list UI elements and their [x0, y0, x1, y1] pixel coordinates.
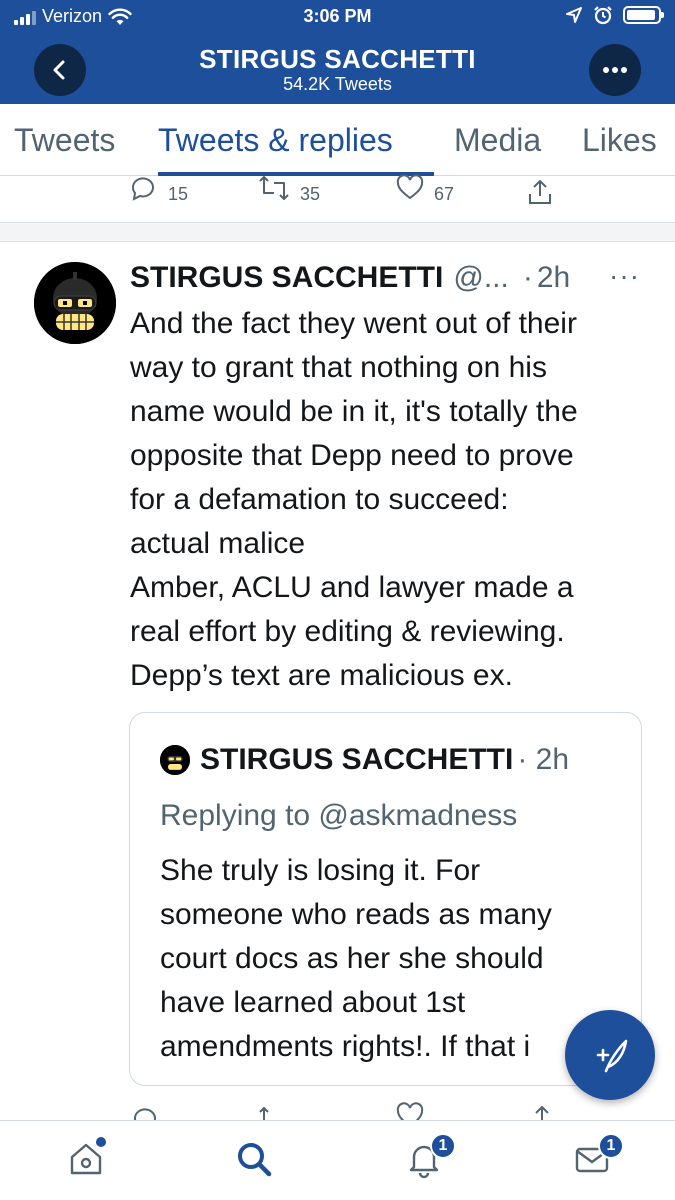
nav-home[interactable]: [58, 1131, 114, 1187]
tweet-line: Depp’s text are malicious ex.: [130, 659, 513, 692]
back-button[interactable]: [34, 44, 86, 96]
nav-search[interactable]: [226, 1131, 282, 1187]
bottom-navigation: 1 1: [0, 1120, 675, 1200]
compose-feather-icon: [596, 1039, 628, 1073]
robot-avatar-image: [160, 745, 190, 775]
quoted-tweet-header: STIRGUS SACCHETTI · 2h: [160, 743, 569, 777]
compose-tweet-button[interactable]: [565, 1010, 655, 1100]
quoted-tweet-text: She truly is losing it. For someone who …: [160, 849, 630, 1069]
quoted-line: someone who reads as many: [160, 898, 552, 931]
reply-button[interactable]: 15: [128, 170, 188, 205]
messages-badge: 1: [598, 1133, 624, 1159]
nav-messages[interactable]: 1: [564, 1131, 624, 1187]
notifications-badge: 1: [430, 1133, 456, 1159]
tweet-actions: [0, 1100, 675, 1120]
previous-tweet-actions: 15 35 67: [0, 173, 675, 222]
quoted-line: court docs as her she should: [160, 942, 544, 975]
reply-icon[interactable]: [130, 1104, 160, 1120]
tab-likes[interactable]: Likes: [582, 122, 657, 159]
quoted-line: have learned about 1st: [160, 986, 466, 1019]
status-bar: Verizon 3:06 PM: [0, 0, 675, 36]
tweet-separator: ·: [522, 261, 533, 294]
tweet-count: 54.2K Tweets: [283, 74, 392, 94]
retweet-button[interactable]: 35: [258, 170, 320, 205]
tweet-time[interactable]: 2h: [537, 261, 570, 295]
tweet-menu-button[interactable]: ···: [609, 260, 640, 292]
nav-notifications[interactable]: 1: [396, 1131, 456, 1187]
quoted-replying-to: Replying to @askmadness: [160, 799, 518, 832]
profile-name: STIRGUS SACCHETTI: [199, 44, 476, 74]
like-count: 67: [434, 184, 455, 204]
profile-tabs: Tweets Tweets & replies Media Likes: [0, 104, 675, 176]
tweet-line: way to grant that nothing on his: [130, 351, 547, 384]
robot-avatar-image: [34, 262, 116, 344]
alarm-icon: [594, 6, 612, 25]
profile-header: Verizon 3:06 PM STIRGUS SACCHETTI 54.2K …: [0, 0, 675, 104]
tweet-line: And the fact they went out of their: [130, 307, 577, 340]
retweet-icon[interactable]: [258, 1104, 290, 1120]
tweet-author-handle[interactable]: @...: [453, 261, 508, 295]
quoted-avatar: [160, 745, 190, 775]
tab-media[interactable]: Media: [454, 122, 541, 159]
heart-icon: [396, 173, 424, 199]
more-icon: [603, 67, 627, 73]
tweet-line: for a defamation to succeed:: [130, 483, 509, 516]
battery-icon: [623, 6, 664, 24]
more-options-button[interactable]: [589, 44, 641, 96]
quoted-tweet-card[interactable]: STIRGUS SACCHETTI · 2h Replying to @askm…: [129, 712, 642, 1086]
tab-tweets-and-replies[interactable]: Tweets & replies: [158, 122, 393, 159]
chevron-left-icon: [53, 60, 65, 80]
location-icon: [566, 7, 582, 23]
tweet-line: real effort by editing & reviewing.: [130, 615, 565, 648]
retweet-icon: [259, 175, 289, 200]
quoted-line: amendments rights!. If that i: [160, 1030, 531, 1063]
heart-icon[interactable]: [396, 1102, 424, 1120]
reply-count: 15: [168, 184, 189, 204]
tweet-line: name would be in it, it's totally the: [130, 395, 578, 428]
avatar[interactable]: [34, 262, 116, 344]
section-divider: [0, 222, 675, 242]
tweet-line: actual malice: [130, 527, 306, 560]
tweet-line: Amber, ACLU and lawyer made a: [130, 571, 574, 604]
home-unread-dot: [96, 1137, 106, 1147]
tweet-author-name[interactable]: STIRGUS SACCHETTI: [130, 261, 443, 295]
like-button[interactable]: 67: [396, 170, 454, 205]
tweet-line: opposite that Depp need to prove: [130, 439, 574, 472]
retweet-count: 35: [300, 184, 321, 204]
quoted-line: She truly is losing it. For: [160, 854, 481, 887]
reply-icon: [131, 176, 154, 201]
quoted-time: · 2h: [517, 743, 570, 776]
tweet-header: STIRGUS SACCHETTI @... · 2h ···: [130, 258, 650, 298]
share-icon: [529, 180, 551, 204]
status-right: [565, 5, 664, 25]
tab-tweets[interactable]: Tweets: [14, 122, 115, 159]
tweet-text: And the fact they went out of their way …: [130, 302, 650, 698]
share-button[interactable]: [526, 178, 554, 206]
quoted-author-name: STIRGUS SACCHETTI: [200, 743, 514, 776]
search-icon: [238, 1143, 272, 1177]
share-icon[interactable]: [528, 1104, 556, 1120]
